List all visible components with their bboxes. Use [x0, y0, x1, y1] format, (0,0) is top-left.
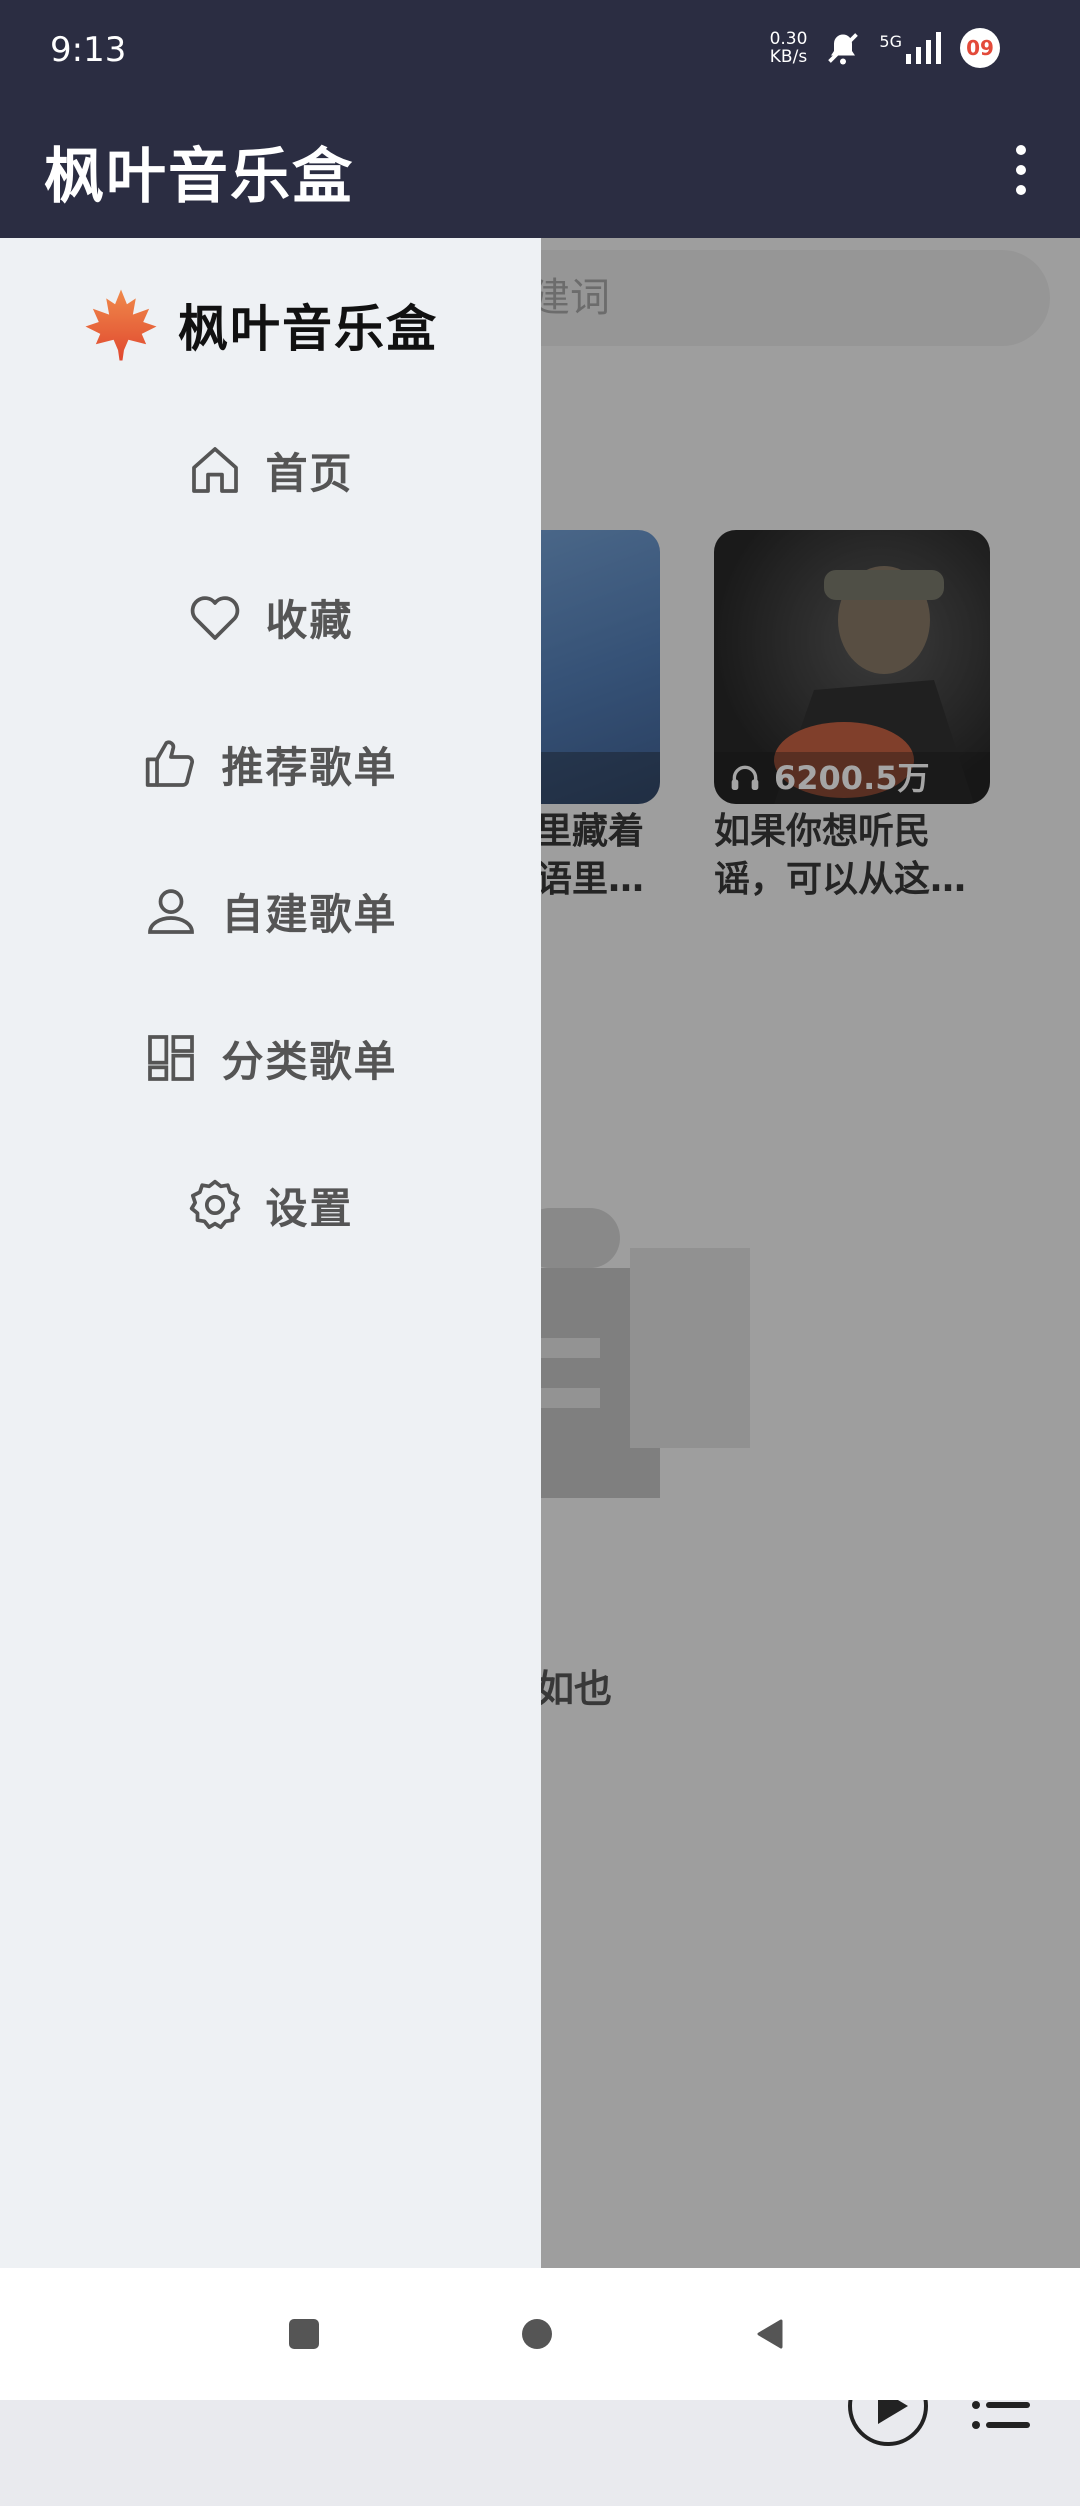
grid-icon — [148, 1035, 195, 1081]
signal-indicator: 5G — [879, 32, 942, 64]
system-nav-bar — [0, 2268, 1080, 2400]
back-button[interactable] — [720, 2268, 820, 2400]
back-triangle-icon — [757, 2319, 783, 2349]
gear-icon — [190, 1179, 241, 1230]
app-title: 枫叶音乐盒 — [44, 142, 354, 212]
drawer-header: 枫叶音乐盒 — [84, 288, 438, 362]
status-bar: 9:13 0.30 KB/s 5G 09 — [0, 0, 1080, 100]
recents-button[interactable] — [254, 2268, 354, 2400]
user-icon — [148, 889, 195, 934]
drawer-title: 枫叶音乐盒 — [178, 300, 438, 358]
drawer-item-label: 分类歌单 — [221, 1036, 398, 1086]
heart-icon — [191, 596, 240, 640]
drawer-item-label: 收藏 — [265, 595, 354, 645]
drawer-item-settings[interactable]: 设置 — [0, 1155, 541, 1255]
signal-bars-icon — [906, 32, 941, 64]
status-time: 9:13 — [50, 30, 127, 70]
drawer-item-custom[interactable]: 自建歌单 — [0, 861, 541, 961]
app-bar: 枫叶音乐盒 — [0, 100, 1080, 238]
drawer-item-categories[interactable]: 分类歌单 — [0, 1008, 541, 1108]
maple-leaf-icon — [85, 289, 157, 361]
status-icons: 0.30 KB/s 5G 09 — [770, 28, 1000, 68]
drawer-item-favorites[interactable]: 收藏 — [0, 567, 541, 667]
drawer-item-recommended[interactable]: 推荐歌单 — [0, 714, 541, 814]
navigation-drawer: 枫叶音乐盒 首页 收藏 推荐歌单 自建歌单 分类歌单 设置 — [0, 238, 541, 2268]
thumbs-up-icon — [146, 740, 195, 787]
home-button[interactable] — [487, 2268, 587, 2400]
mute-bell-icon — [828, 33, 859, 65]
circle-icon — [522, 2319, 552, 2349]
square-icon — [289, 2319, 319, 2349]
drawer-item-label: 设置 — [265, 1183, 354, 1233]
battery-badge: 09 — [960, 28, 1000, 68]
home-icon — [192, 447, 239, 493]
drawer-item-home[interactable]: 首页 — [0, 420, 541, 520]
drawer-item-label: 推荐歌单 — [221, 742, 398, 792]
net-speed: 0.30 KB/s — [769, 29, 808, 67]
more-vertical-icon[interactable] — [1006, 140, 1036, 200]
drawer-item-label: 自建歌单 — [221, 889, 398, 939]
drawer-item-label: 首页 — [265, 448, 354, 498]
